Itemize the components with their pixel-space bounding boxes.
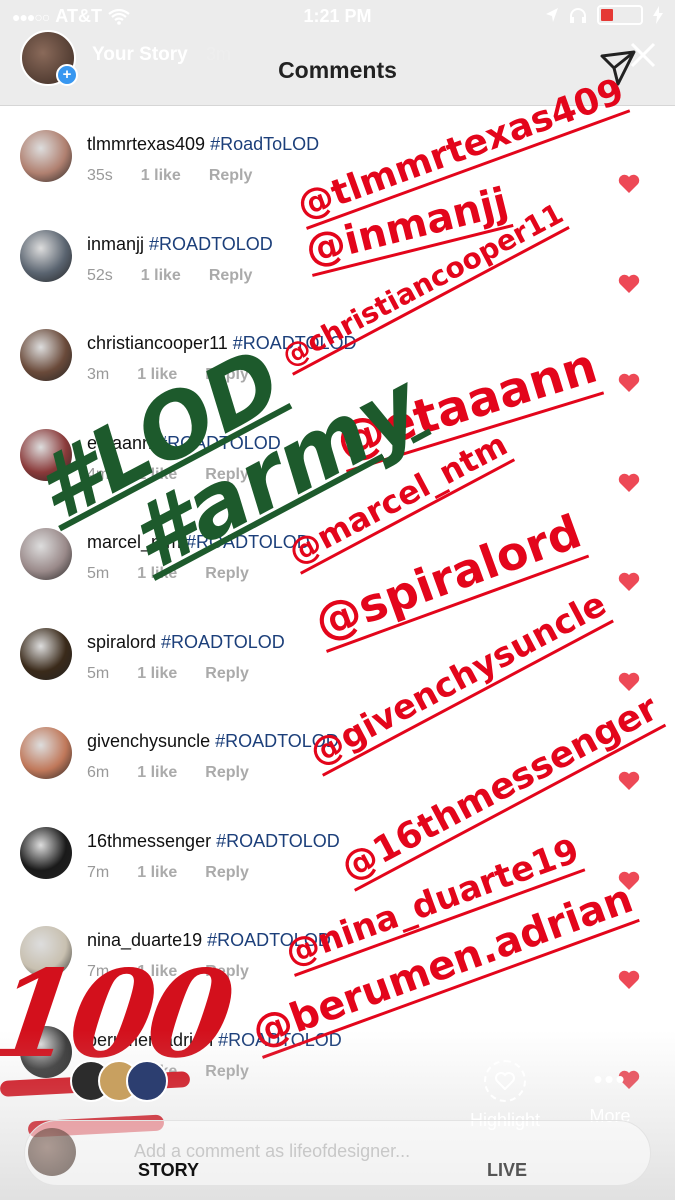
- reply-button[interactable]: Reply: [205, 864, 249, 882]
- heart-icon[interactable]: [618, 473, 640, 493]
- avatar[interactable]: [20, 329, 72, 381]
- more-icon: •••: [593, 1064, 627, 1094]
- comment-hashtag[interactable]: #ROADTOLOD: [215, 731, 339, 751]
- avatar[interactable]: [20, 229, 72, 282]
- comment-time: 6m: [87, 764, 110, 781]
- comment-row: givenchysuncle #ROADTOLOD 6m 1 like Reply: [0, 727, 675, 827]
- comment-time: 5m: [87, 664, 110, 682]
- heart-icon[interactable]: [618, 174, 640, 194]
- comment-placeholder[interactable]: Add a comment as lifeofdesigner...: [134, 1141, 410, 1162]
- comment-time: 3m: [87, 366, 110, 383]
- avatar[interactable]: [20, 130, 72, 182]
- comment-likes[interactable]: 1 like: [137, 665, 177, 683]
- comment-hashtag[interactable]: #ROADTOLOD: [161, 632, 285, 652]
- comment-username[interactable]: givenchysuncle: [87, 731, 210, 751]
- heart-icon[interactable]: [618, 373, 640, 393]
- avatar: [126, 1060, 168, 1102]
- avatar[interactable]: [20, 627, 72, 680]
- reply-button[interactable]: Reply: [209, 267, 253, 285]
- comment-hashtag[interactable]: #RoadToLOD: [210, 134, 319, 154]
- reply-button[interactable]: Reply: [209, 167, 253, 185]
- comment-time: 35s: [87, 167, 113, 184]
- charging-icon: [653, 6, 663, 24]
- comment-hashtag[interactable]: #ROADTOLOD: [149, 234, 273, 254]
- comment-row: tlmmrtexas409 #RoadToLOD 35s 1 like Reply: [0, 130, 675, 230]
- comment-username[interactable]: tlmmrtexas409: [87, 134, 205, 154]
- avatar[interactable]: [20, 727, 72, 779]
- battery-icon: [597, 5, 643, 25]
- heart-icon[interactable]: [618, 771, 640, 791]
- close-icon[interactable]: [628, 40, 658, 70]
- comment-hashtag[interactable]: #ROADTOLOD: [216, 831, 340, 851]
- comment-likes[interactable]: 1 like: [141, 267, 181, 285]
- page-title: Comments: [278, 57, 397, 83]
- heart-icon[interactable]: [618, 871, 640, 891]
- comment-username[interactable]: spiralord: [87, 632, 156, 652]
- heart-icon[interactable]: [618, 970, 640, 990]
- comment-username[interactable]: inmanjj: [87, 234, 144, 254]
- heart-icon[interactable]: [618, 572, 640, 592]
- comment-time: 7m: [87, 863, 110, 881]
- headphones-icon: [570, 8, 586, 23]
- comment-likes[interactable]: 1 like: [137, 864, 177, 882]
- comment-time: 52s: [87, 266, 113, 284]
- reply-button[interactable]: Reply: [205, 565, 249, 583]
- comment-row: 16thmessenger #ROADTOLOD 7m 1 like Reply: [0, 826, 675, 927]
- avatar: [28, 1128, 76, 1176]
- comment-username[interactable]: 16thmessenger: [87, 831, 211, 851]
- more-button[interactable]: ••• More: [585, 1060, 635, 1127]
- heart-icon[interactable]: [618, 274, 640, 294]
- heart-circle-icon: [484, 1060, 526, 1102]
- heart-icon[interactable]: [618, 672, 640, 692]
- comment-likes[interactable]: 1 like: [141, 167, 181, 185]
- reply-button[interactable]: Reply: [205, 764, 249, 782]
- tab-story[interactable]: STORY: [138, 1160, 199, 1181]
- location-icon: [546, 8, 558, 22]
- status-bar: ●●●○○ AT&T 1:21 PM: [0, 0, 675, 34]
- comment-row: spiralord #ROADTOLOD 5m 1 like Reply: [0, 627, 675, 728]
- reply-button[interactable]: Reply: [205, 665, 249, 683]
- comment-likes[interactable]: 1 like: [137, 764, 177, 782]
- tab-live[interactable]: LIVE: [487, 1160, 527, 1181]
- avatar[interactable]: [20, 826, 72, 879]
